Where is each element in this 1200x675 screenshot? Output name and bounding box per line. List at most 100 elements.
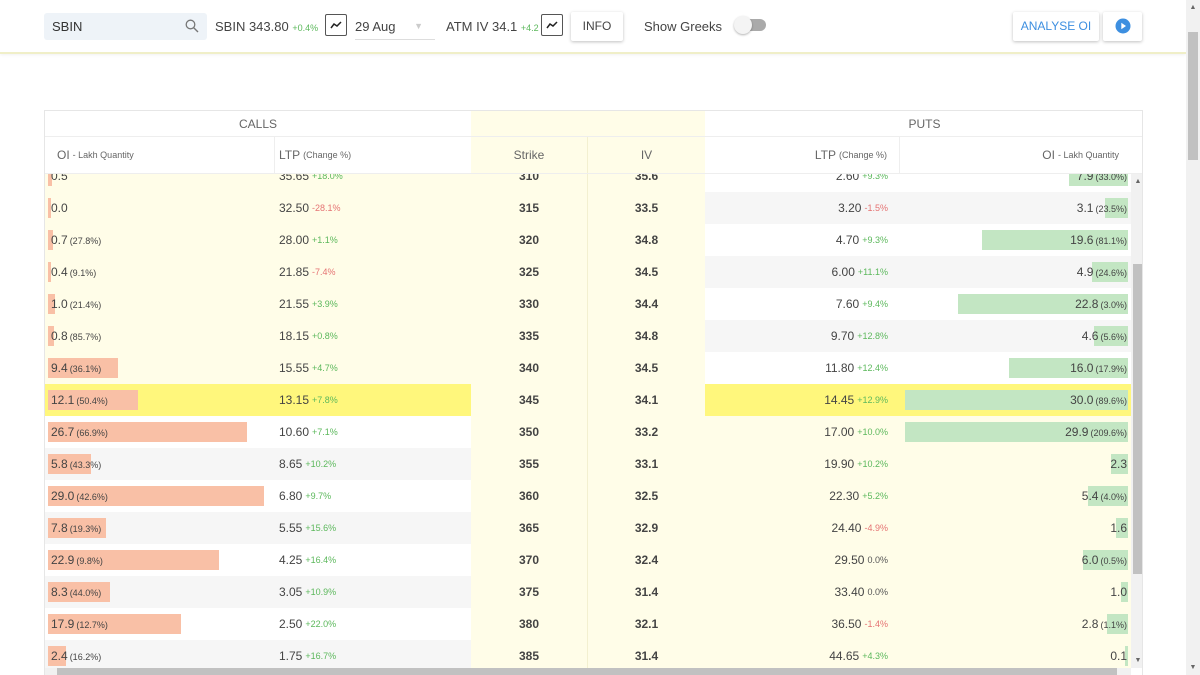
- call-oi-value: 1.0 (21.4%): [49, 297, 101, 311]
- symbol-search-input[interactable]: SBIN: [44, 13, 207, 40]
- col-iv[interactable]: IV: [588, 137, 705, 173]
- strike-cell: 335: [471, 320, 588, 352]
- table-hscroll-thumb[interactable]: [57, 668, 1117, 675]
- put-ltp-cell: 24.40 -4.9%: [705, 512, 900, 544]
- oi-value: 29.9: [1065, 425, 1089, 439]
- analyse-oi-button[interactable]: ANALYSE OI: [1013, 12, 1099, 41]
- show-greeks-toggle[interactable]: [734, 16, 766, 34]
- table-row[interactable]: 0.8 (85.7%) 18.15 +0.8% 335 34.8 9.70 +12.8% 4.6…: [45, 320, 1131, 352]
- ltp-change: +7.1%: [312, 427, 338, 437]
- page-scroll-thumb[interactable]: [1188, 32, 1198, 160]
- ltp-value: 22.30: [829, 489, 860, 503]
- table-horizontal-scrollbar[interactable]: [45, 668, 1131, 675]
- call-oi-value: 0.8 (85.7%): [49, 329, 101, 343]
- col-call-oi[interactable]: OI - Lakh Quantity: [45, 137, 275, 173]
- call-oi-value: 29.0 (42.6%): [49, 489, 108, 503]
- put-ltp-cell: 29.50 0.0%: [705, 544, 900, 576]
- put-oi-value: 2.3: [1110, 457, 1127, 471]
- table-vertical-scrollbar[interactable]: ▲ ▼: [1131, 174, 1142, 668]
- table-row[interactable]: 2.4 (16.2%) 1.75 +16.7% 385 31.4 44.65 +4.3% 0.1: [45, 640, 1131, 668]
- table-row[interactable]: 26.7 (66.9%) 10.60 +7.1% 350 33.2 17.00 +10.0% 2…: [45, 416, 1131, 448]
- put-oi-cell: 29.9 (209.6%): [900, 416, 1131, 448]
- ltp-change: +22.0%: [305, 619, 337, 629]
- ltp-value: 17.00: [824, 425, 855, 439]
- ltp-value: 24.40: [831, 521, 862, 535]
- iv-cell: 33.2: [588, 416, 705, 448]
- table-row[interactable]: 22.9 (9.8%) 4.25 +16.4% 370 32.4 29.50 0.0% 6.0(…: [45, 544, 1131, 576]
- col-put-ltp[interactable]: LTP (Change %): [705, 137, 900, 173]
- table-row[interactable]: 0.0 32.50 -28.1% 315 33.5 3.20 -1.5% 3.1 (23.5%): [45, 192, 1131, 224]
- play-button[interactable]: [1103, 12, 1142, 41]
- call-oi-cell: 9.4 (36.1%): [45, 352, 275, 384]
- table-row[interactable]: 9.4 (36.1%) 15.55 +4.7% 340 34.5 11.80 +12.4% 16…: [45, 352, 1131, 384]
- call-oi-value: 12.1 (50.4%): [49, 393, 108, 407]
- call-ltp-cell: 8.65 +10.2%: [275, 448, 471, 480]
- ltp-value: 11.80: [825, 361, 855, 375]
- call-oi-cell: 5.8 (43.3%): [45, 448, 275, 480]
- ltp-value: 21.55: [279, 297, 310, 311]
- ltp-change: +9.3%: [862, 174, 888, 181]
- oi-value: 16.0: [1070, 361, 1094, 375]
- col-call-ltp[interactable]: LTP (Change %): [275, 137, 471, 173]
- ltp-change: 0.0%: [867, 587, 888, 597]
- spot-chart-button[interactable]: [325, 14, 347, 36]
- table-row[interactable]: 29.0 (42.6%) 6.80 +9.7% 360 32.5 22.30 +5.2% 5.4…: [45, 480, 1131, 512]
- table-row[interactable]: 0.5 35.65 +18.0% 310 35.6 2.60 +9.3% 7.9 (33.0%): [45, 174, 1131, 192]
- put-ltp-cell: 4.70 +9.3%: [705, 224, 900, 256]
- ltp-change: +7.8%: [312, 395, 338, 405]
- iv-cell: 32.4: [588, 544, 705, 576]
- iv-chart-button[interactable]: [541, 14, 563, 36]
- table-row[interactable]: 12.1 (50.4%) 13.15 +7.8% 345 34.1 14.45 +12.9% 3…: [45, 384, 1131, 416]
- ltp-change: +3.9%: [312, 299, 338, 309]
- put-ltp-cell: 44.65 +4.3%: [705, 640, 900, 668]
- oi-value: 4.6: [1081, 329, 1099, 343]
- table-body: 0.5 35.65 +18.0% 310 35.6 2.60 +9.3% 7.9 (33.0%)…: [45, 174, 1131, 668]
- call-oi-cell: 8.3 (44.0%): [45, 576, 275, 608]
- table-row[interactable]: 0.4 (9.1%) 21.85 -7.4% 325 34.5 6.00 +11.1% 4.9(…: [45, 256, 1131, 288]
- col-label: LTP: [279, 148, 301, 162]
- table-row[interactable]: 17.9 (12.7%) 2.50 +22.0% 380 32.1 36.50 -1.4% 2.…: [45, 608, 1131, 640]
- put-oi-cell: 30.0 (89.6%): [900, 384, 1131, 416]
- table-row[interactable]: 8.3 (44.0%) 3.05 +10.9% 375 31.4 33.40 0.0% 1.0: [45, 576, 1131, 608]
- table-row[interactable]: 5.8 (43.3%) 8.65 +10.2% 355 33.1 19.90 +10.2% 2.…: [45, 448, 1131, 480]
- table-row[interactable]: 0.7 (27.8%) 28.00 +1.1% 320 34.8 4.70 +9.3% 19.6…: [45, 224, 1131, 256]
- expiry-select[interactable]: 29 Aug ▼: [355, 13, 435, 40]
- call-ltp-cell: 10.60 +7.1%: [275, 416, 471, 448]
- call-oi-cell: 2.4 (16.2%): [45, 640, 275, 668]
- oi-value: 0.7: [51, 233, 68, 247]
- ltp-change: +12.9%: [857, 395, 888, 405]
- ltp-value: 15.55: [279, 361, 310, 375]
- oi-change-pct: (44.0%): [69, 588, 102, 598]
- table-row[interactable]: 1.0 (21.4%) 21.55 +3.9% 330 34.4 7.60 +9.4% 22.8…: [45, 288, 1131, 320]
- search-value: SBIN: [52, 19, 83, 34]
- oi-value: 12.1: [51, 393, 75, 407]
- put-oi-value: 7.9 (33.0%): [1077, 174, 1127, 183]
- call-oi-value: 0.7 (27.8%): [49, 233, 101, 247]
- iv-cell: 33.1: [588, 448, 705, 480]
- col-strike[interactable]: Strike: [471, 137, 588, 173]
- ltp-value: 3.20: [838, 201, 862, 215]
- call-ltp-cell: 5.55 +15.6%: [275, 512, 471, 544]
- call-oi-value: 8.3 (44.0%): [49, 585, 101, 599]
- info-button[interactable]: INFO: [571, 12, 623, 41]
- oi-change-pct: (50.4%): [76, 396, 108, 406]
- put-ltp-cell: 2.60 +9.3%: [705, 174, 900, 192]
- atm-iv-label: ATM IV 34.1: [446, 19, 518, 34]
- col-put-oi[interactable]: OI - Lakh Quantity: [900, 137, 1142, 173]
- put-oi-value: 3.1 (23.5%): [1077, 201, 1127, 215]
- ltp-change: +10.2%: [305, 459, 337, 469]
- spot-price: SBIN 343.80 +0.4%: [215, 13, 318, 40]
- call-oi-value: 0.5: [49, 174, 68, 183]
- option-chain-table: CALLS PUTS OI - Lakh Quantity LTP (Change …: [44, 110, 1143, 675]
- ltp-change: +16.7%: [305, 651, 337, 661]
- table-scroll-thumb[interactable]: [1133, 264, 1142, 574]
- page-scrollbar[interactable]: ▲ ▼: [1186, 0, 1200, 675]
- table-row[interactable]: 7.8 (19.3%) 5.55 +15.6% 365 32.9 24.40 -4.9% 1.6: [45, 512, 1131, 544]
- ltp-value: 29.50: [834, 553, 865, 567]
- search-icon[interactable]: [185, 19, 199, 33]
- oi-value: 7.8: [51, 521, 68, 535]
- put-oi-cell: 22.8 (3.0%): [900, 288, 1131, 320]
- ltp-value: 14.45: [824, 393, 855, 407]
- ltp-change: +12.8%: [857, 331, 888, 341]
- oi-change-pct: (9.8%): [76, 556, 103, 566]
